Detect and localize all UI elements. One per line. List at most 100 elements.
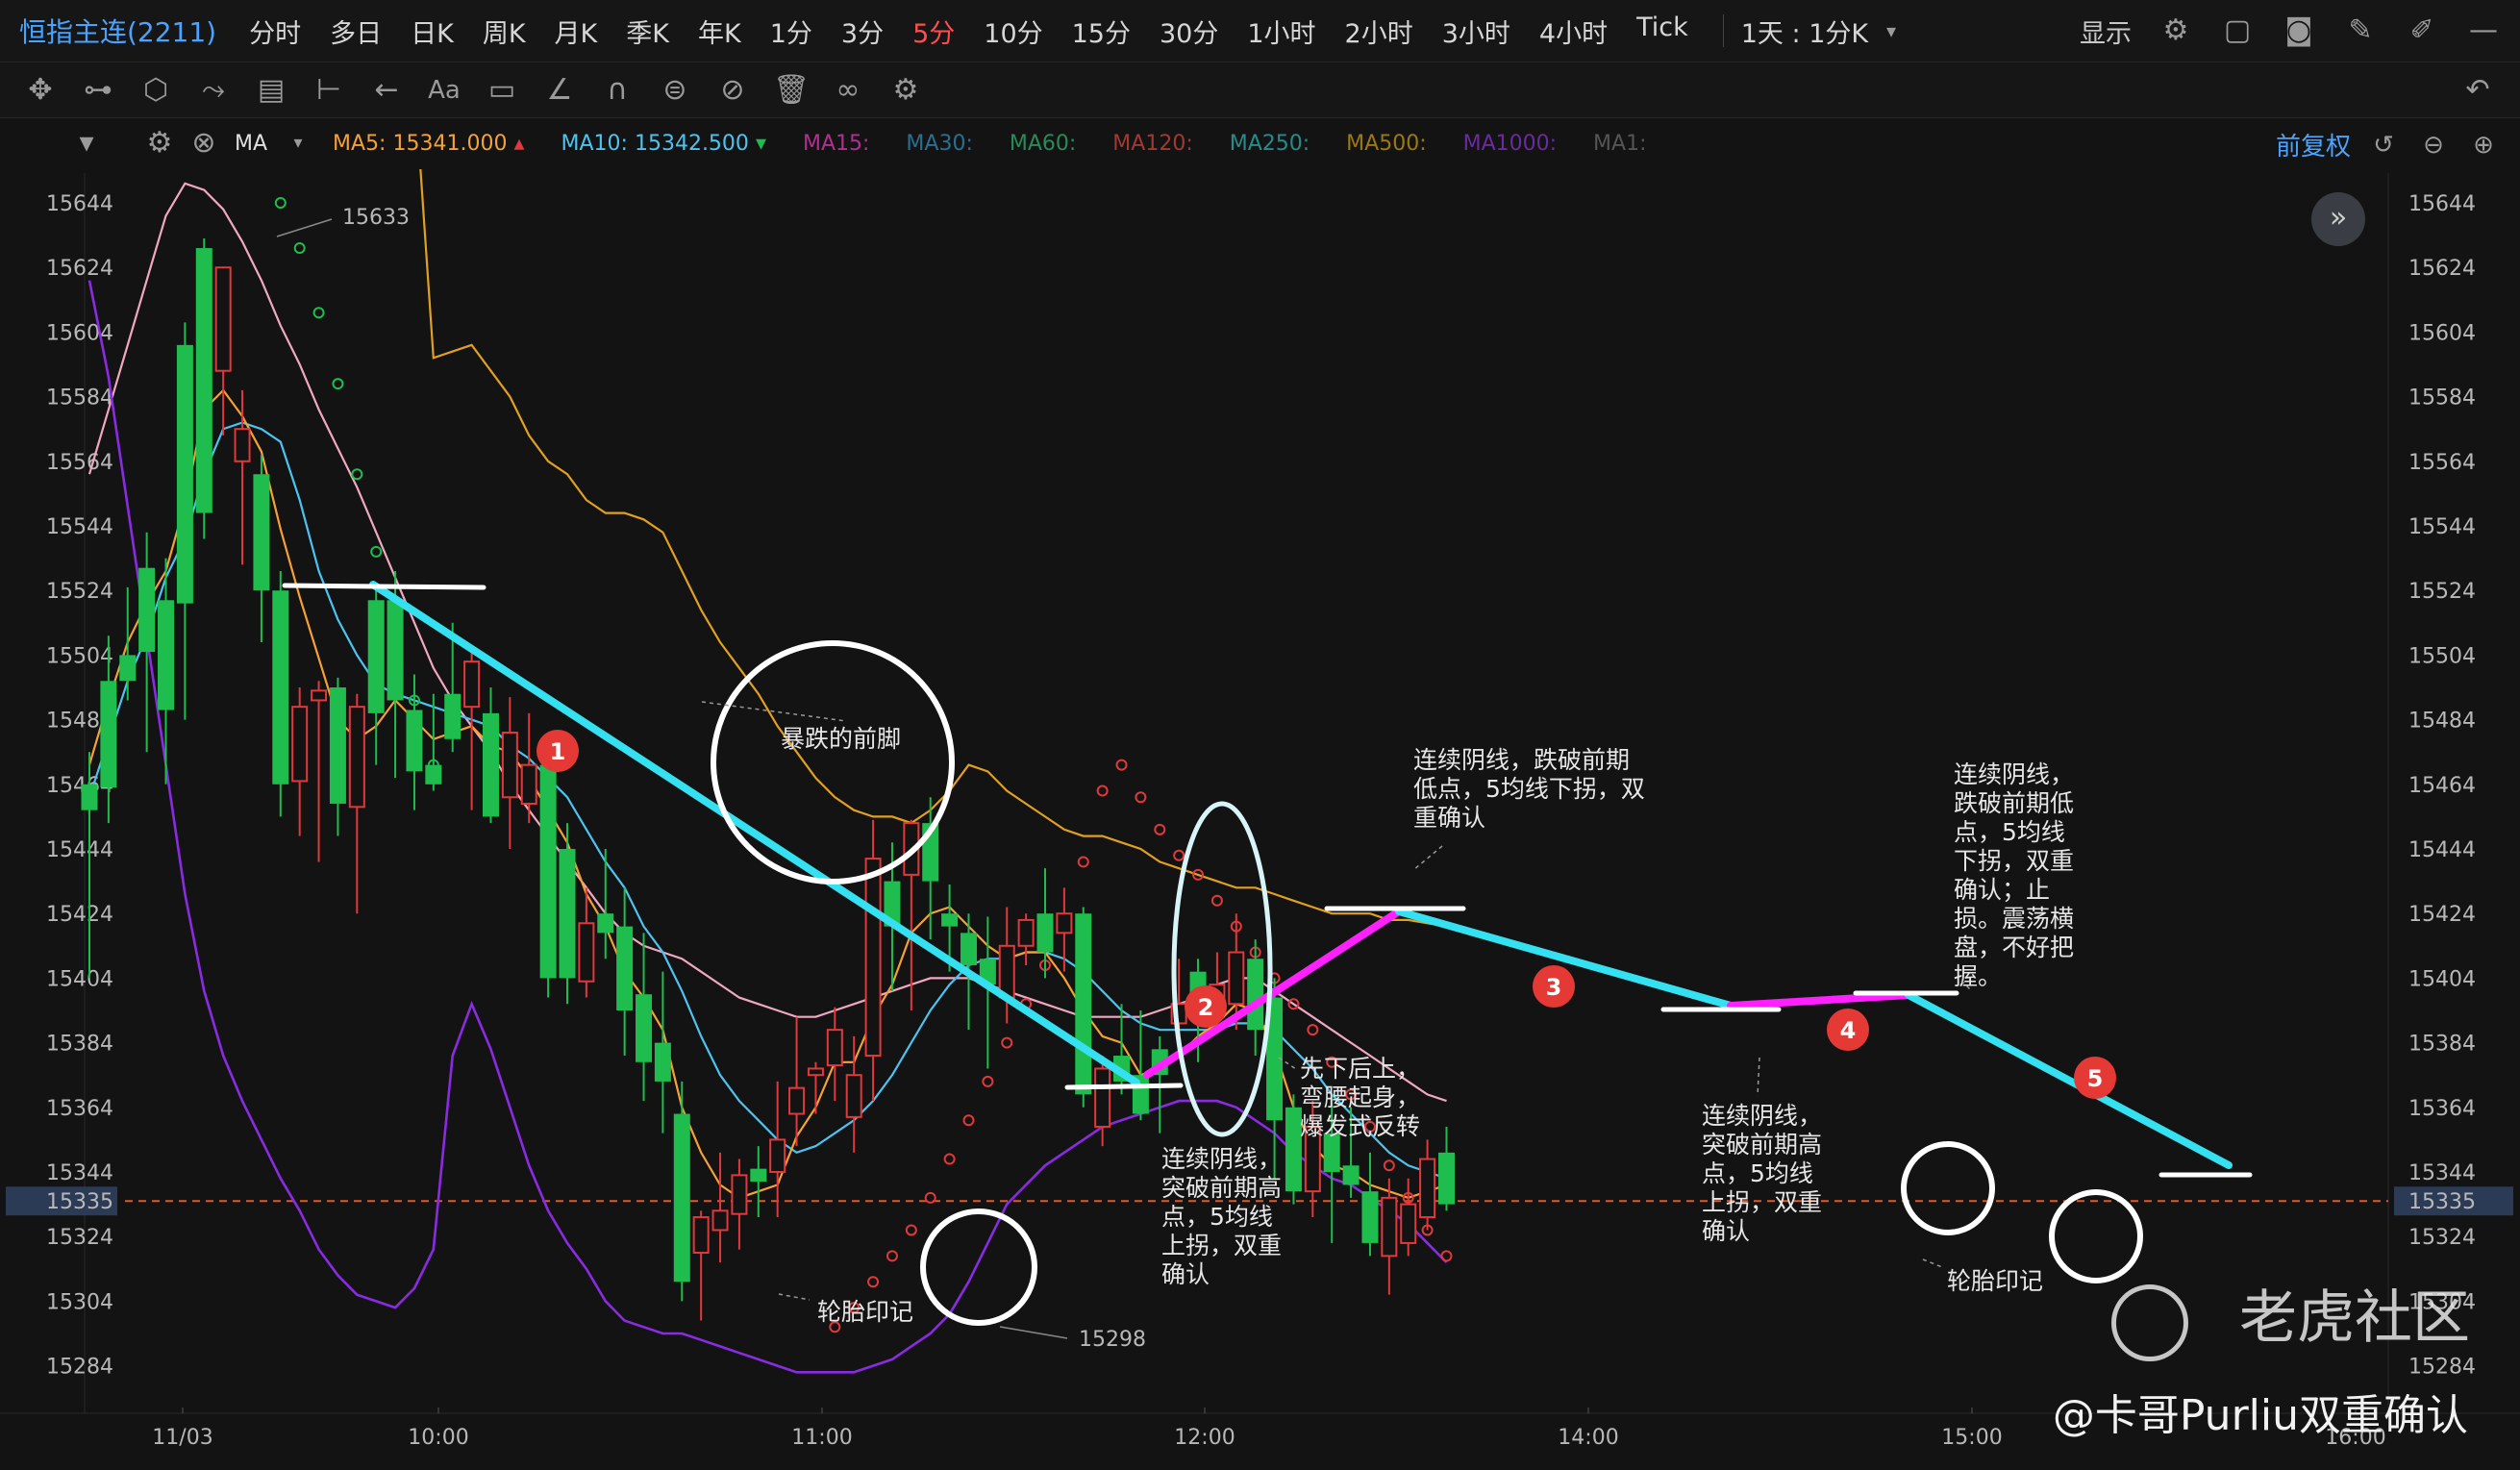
minus-icon[interactable]: — [2466, 13, 2501, 48]
divider [1722, 14, 1724, 47]
candle [807, 1061, 824, 1114]
timeframe-tab[interactable]: 日K [411, 12, 454, 50]
chevron-down-icon[interactable]: ▾ [1874, 13, 1909, 48]
settings-icon[interactable]: ⚙ [888, 73, 923, 108]
timeframe-tab[interactable]: 3小时 [1442, 12, 1510, 50]
trash-icon[interactable]: 🗑 [773, 73, 810, 108]
ma-legend-item[interactable]: MA500: [1346, 132, 1426, 156]
candle [501, 697, 518, 849]
candle-body-up [1381, 1196, 1398, 1258]
arrow-tool-icon[interactable]: ← [369, 73, 404, 108]
pencil-icon[interactable]: ✐ [2405, 13, 2439, 48]
candle-body-down [1437, 1152, 1455, 1205]
timeframe-tab[interactable]: 2小时 [1345, 12, 1413, 50]
zoom-in-icon[interactable]: ⊕ [2466, 128, 2501, 162]
angle-tool-icon[interactable]: ∠ [542, 73, 577, 108]
ma10-value: 15342.500 [634, 131, 749, 156]
measure-tool-icon[interactable]: ⊢ [312, 73, 346, 108]
candle-body-down [1075, 913, 1092, 1095]
ma-legend-item[interactable]: MA1: [1593, 132, 1646, 156]
ma-label[interactable]: MA [235, 132, 267, 156]
collapse-icon[interactable]: ▾ [69, 126, 104, 161]
layout-icon[interactable]: ▢ [2220, 13, 2255, 48]
timeframe-tab[interactable]: 3分 [841, 12, 884, 50]
candle [1400, 1178, 1417, 1257]
y-tick-label-right: 15564 [2408, 451, 2476, 475]
highlight-circle [1901, 1141, 1995, 1235]
candlestick-chart[interactable]: 15644 15624 15604 15584 15564 15544 15524 15504… [0, 169, 2520, 1470]
candle-body-down [559, 849, 576, 979]
candle [329, 677, 346, 836]
candle [788, 1016, 806, 1147]
annotation-a7-line: 握。 [1954, 962, 2002, 990]
timeframe-tab[interactable]: Tick [1636, 12, 1688, 50]
candle [636, 933, 653, 1102]
close-icon[interactable]: ⊗ [187, 126, 221, 161]
sar-dot [1440, 1250, 1453, 1262]
instrument-title[interactable]: 恒指主连(2211) [19, 12, 216, 50]
sar-dot [293, 242, 306, 255]
annotation-a8: 轮胎印记 [1947, 1267, 2043, 1295]
text-tool-icon[interactable]: Aa [427, 73, 462, 108]
timeframe-tab[interactable]: 30分 [1160, 12, 1218, 50]
zoom-out-icon[interactable]: ⊖ [2416, 128, 2451, 162]
expand-icon[interactable]: » [2311, 192, 2365, 246]
ma10-legend: MA10: 15342.500 ▾ [561, 132, 766, 156]
annotation-a7-line: 下拐，双重 [1954, 847, 2074, 875]
ma-legend-item[interactable]: MA15: [803, 132, 869, 156]
camera-icon[interactable]: ◙ [2282, 13, 2316, 48]
gear-icon[interactable]: ⚙ [2158, 13, 2193, 48]
ma-legend-item[interactable]: MA60: [1010, 132, 1076, 156]
y-tick-label-right: 15584 [2408, 386, 2476, 411]
crosshair-icon[interactable]: ✥ [23, 73, 58, 108]
lock-icon[interactable]: ⊜ [658, 73, 692, 108]
hide-icon[interactable]: ⊘ [715, 73, 750, 108]
candle-body-down [329, 687, 346, 804]
reset-icon[interactable]: ↺ [2366, 128, 2401, 162]
line-tool-icon[interactable]: ⊶ [81, 73, 115, 108]
timeframe-tab[interactable]: 1分 [770, 12, 812, 50]
timeframe-tab[interactable]: 多日 [330, 12, 382, 50]
drawing-toolbar: ✥ ⊶ ⬡ ⤳ ▤ ⊢ ← Aa ▭ ∠ ∩ ⊜ ⊘ 🗑 ∞ ⚙ ↶ [0, 63, 2520, 118]
ma-legend-item[interactable]: MA120: [1112, 132, 1192, 156]
ma5-label: MA5: [333, 131, 387, 156]
ma-legend-item[interactable]: MA1000: [1463, 132, 1557, 156]
annotation-a4-line: 先下后上， [1300, 1055, 1420, 1083]
undo-icon[interactable]: ↶ [2460, 73, 2495, 108]
candle-body-down [425, 764, 442, 785]
candle-body-up [1094, 1067, 1111, 1128]
display-menu[interactable]: 显示 [2080, 12, 2132, 50]
timeframe-tab[interactable]: 15分 [1072, 12, 1131, 50]
timeframe-tab[interactable]: 10分 [984, 12, 1042, 50]
sar-dot [1135, 791, 1147, 804]
shape-tool-icon[interactable]: ⬡ [138, 73, 173, 108]
chevron-down-icon[interactable]: ▾ [281, 126, 315, 161]
candle-body-up [1056, 912, 1073, 934]
timeframe-tab[interactable]: 年K [698, 12, 741, 50]
timeframe-tab[interactable]: 1小时 [1247, 12, 1315, 50]
ma5-legend: MA5: 15341.000 ▴ [333, 132, 524, 156]
edit-icon[interactable]: ✎ [2343, 13, 2378, 48]
ma-legend: ▾ ⚙ ⊗ MA ▾ MA5: 15341.000 ▴ MA10: 15342.… [0, 119, 2520, 167]
ma_gold-line [419, 169, 1447, 928]
link-icon[interactable]: ∞ [831, 73, 865, 108]
annotation-a1: 暴跌的前脚 [781, 725, 901, 753]
y-tick-label: 15344 [46, 1161, 113, 1185]
candle-body-up [578, 922, 595, 983]
comment-tool-icon[interactable]: ▭ [485, 73, 519, 108]
trend-line-down-1 [369, 581, 1140, 1086]
timeframe-tab[interactable]: 月K [555, 12, 598, 50]
ma-legend-item[interactable]: MA30: [906, 132, 972, 156]
timeframe-tab[interactable]: 季K [626, 12, 669, 50]
period-select[interactable]: 1天 : 1分K [1741, 12, 1868, 50]
timeframe-tab[interactable]: 分时 [249, 12, 301, 50]
fib-tool-icon[interactable]: ▤ [254, 73, 288, 108]
timeframe-tab[interactable]: 4小时 [1539, 12, 1608, 50]
ma-legend-item[interactable]: MA250: [1230, 132, 1310, 156]
magnet-icon[interactable]: ∩ [600, 73, 635, 108]
settings-icon[interactable]: ⚙ [142, 126, 177, 161]
timeframe-tab[interactable]: 5分 [912, 12, 955, 50]
adjust-mode[interactable]: 前复权 [2276, 127, 2351, 162]
timeframe-tab[interactable]: 周K [483, 12, 526, 50]
trend-tool-icon[interactable]: ⤳ [196, 73, 231, 108]
